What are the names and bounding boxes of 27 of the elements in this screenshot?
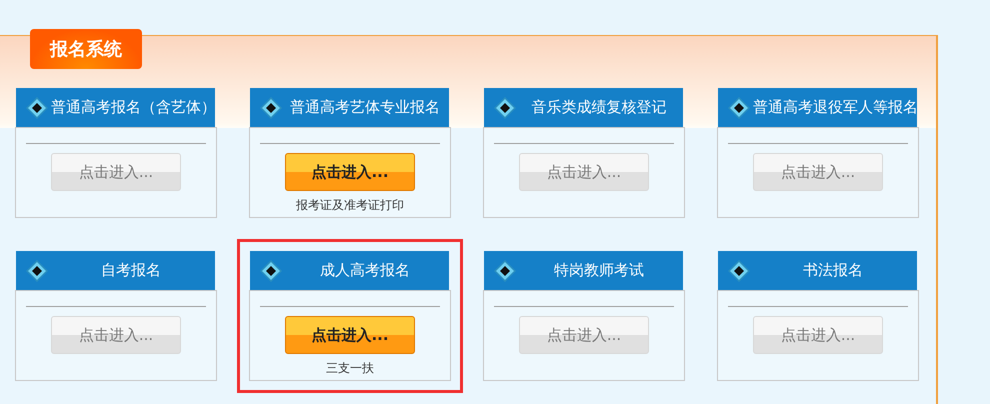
diamond-icon	[26, 96, 48, 118]
enter-button[interactable]: 点击进入...	[285, 153, 415, 191]
enter-button[interactable]: 点击进入...	[51, 316, 181, 354]
diamond-icon	[494, 260, 516, 282]
enter-button[interactable]: 点击进入...	[285, 316, 415, 354]
card-title: 成人高考报名	[319, 261, 411, 280]
card-title: 特岗教师考试	[553, 261, 645, 280]
card-title: 普通高考报名（含艺体）	[51, 98, 216, 117]
diamond-icon	[260, 260, 282, 282]
diamond-icon	[728, 96, 750, 118]
card-note: 报考证及准考证打印	[296, 197, 404, 214]
enter-button[interactable]: 点击进入...	[519, 153, 649, 191]
enter-button[interactable]: 点击进入...	[51, 153, 181, 191]
enter-button[interactable]: 点击进入...	[753, 316, 883, 354]
diamond-icon	[260, 96, 282, 118]
diamond-icon	[728, 260, 750, 282]
enter-button[interactable]: 点击进入...	[753, 153, 883, 191]
card-title: 自考报名	[100, 261, 162, 280]
enter-button[interactable]: 点击进入...	[519, 316, 649, 354]
card-title: 音乐类成绩复核登记	[530, 98, 668, 117]
panel-title: 报名系统	[30, 29, 142, 69]
diamond-icon	[26, 260, 48, 282]
card-title: 书法报名	[802, 261, 864, 280]
card-note: 三支一扶	[326, 360, 374, 377]
card-title: 普通高考艺体专业报名	[289, 98, 441, 117]
card-title: 普通高考退役军人等报名	[753, 98, 918, 117]
diamond-icon	[494, 96, 516, 118]
